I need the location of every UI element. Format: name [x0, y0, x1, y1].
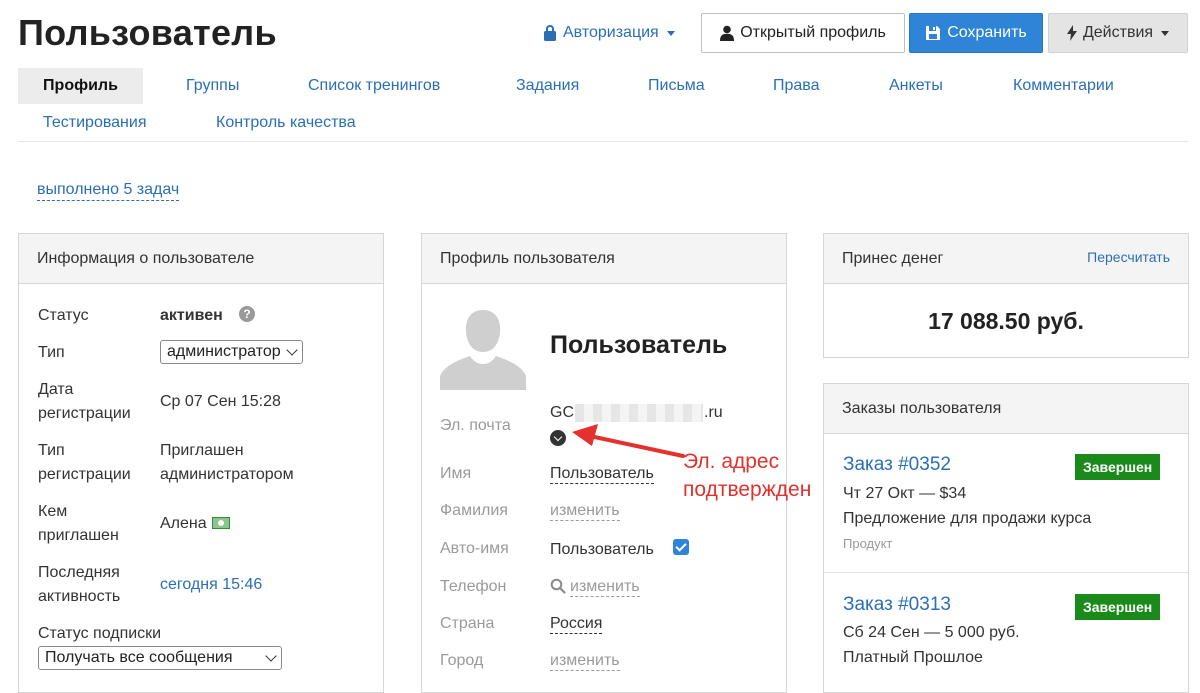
city-label: Город	[440, 652, 484, 669]
user-info-panel-title: Информация о пользователе	[19, 234, 383, 284]
order-product-type: Продукт	[843, 536, 893, 551]
open-profile-button[interactable]: Открытый профиль	[701, 13, 905, 53]
type-label: Тип	[38, 344, 65, 361]
order-date-amount: Сб 24 Сен — 5 000 руб.	[843, 624, 1020, 641]
user-orders-panel: Заказы пользователя Заказ #0352 Завершен…	[823, 383, 1189, 693]
email-verified-annotation: Эл. адрес подтвержден	[683, 448, 811, 504]
city-edit-link[interactable]: изменить	[550, 652, 620, 671]
annotation-line1: Эл. адрес	[683, 450, 780, 473]
invited-by-label-line1: Кем	[38, 503, 68, 520]
phone-edit-link[interactable]: изменить	[570, 578, 640, 597]
lightning-bolt-icon	[1066, 25, 1077, 41]
country-value[interactable]: Россия	[550, 615, 603, 634]
order-date-amount: Чт 27 Окт — $34	[843, 485, 967, 502]
annotation-arrow	[572, 424, 685, 458]
tab-testing[interactable]: Тестирования	[43, 114, 147, 132]
tab-surveys[interactable]: Анкеты	[889, 77, 943, 95]
last-active-value[interactable]: сегодня 15:46	[160, 573, 262, 597]
lock-icon	[544, 25, 556, 41]
search-icon	[550, 578, 566, 594]
save-label: Сохранить	[947, 24, 1027, 41]
user-icon	[720, 25, 735, 41]
chevron-down-icon	[265, 650, 277, 662]
subscription-value: Получать все сообщения	[45, 649, 233, 666]
auto-name-label: Авто-имя	[440, 540, 509, 557]
email-label: Эл. почта	[440, 417, 511, 434]
order-divider	[824, 572, 1188, 573]
auto-name-value: Пользователь	[550, 541, 654, 558]
user-type-value: администратор	[167, 343, 281, 360]
order-product-name: Предложение для продажи курса	[843, 510, 1092, 527]
reg-type-label-line2: регистрации	[38, 466, 131, 483]
tab-letters[interactable]: Письма	[648, 77, 705, 95]
tab-quality-control[interactable]: Контроль качества	[216, 114, 356, 132]
country-label: Страна	[440, 615, 495, 632]
tab-rights[interactable]: Права	[773, 77, 820, 95]
subscription-label: Статус подписки	[38, 625, 162, 642]
revenue-panel: Принес денег Пересчитать 17 088.50 руб.	[823, 233, 1189, 358]
last-name-label: Фамилия	[440, 502, 508, 519]
user-type-select[interactable]: администратор	[160, 340, 303, 364]
order-product-name: Платный Прошлое	[843, 649, 983, 666]
reg-date-value: Ср 07 Сен 15:28	[160, 393, 281, 410]
status-label: Статус	[38, 307, 89, 324]
recalculate-link[interactable]: Пересчитать	[1087, 249, 1170, 265]
help-question-icon[interactable]: ?	[239, 306, 255, 322]
reg-type-value-line2: администратором	[160, 466, 294, 483]
actions-label: Действия	[1082, 24, 1154, 41]
floppy-disk-icon	[926, 26, 941, 40]
tab-tasks[interactable]: Задания	[516, 77, 579, 95]
order-status-badge: Завершен	[1075, 594, 1161, 620]
order-link[interactable]: Заказ #0313	[843, 594, 951, 616]
reg-type-value-line1: Приглашен	[160, 442, 244, 459]
order-link[interactable]: Заказ #0352	[843, 454, 951, 476]
actions-dropdown-button[interactable]: Действия	[1048, 13, 1188, 53]
last-name-edit-link[interactable]: изменить	[550, 502, 620, 521]
tab-profile[interactable]: Профиль	[18, 68, 143, 104]
last-active-label-line2: активность	[38, 588, 121, 605]
subscription-select[interactable]: Получать все сообщения	[38, 646, 282, 670]
user-info-panel: Информация о пользователе Статус активен…	[18, 233, 384, 693]
tab-trainings[interactable]: Список тренингов	[308, 77, 440, 95]
reg-date-label-line1: Дата	[38, 381, 74, 398]
tabs-divider	[18, 141, 1188, 142]
tab-groups[interactable]: Группы	[186, 77, 239, 95]
save-button[interactable]: Сохранить	[909, 13, 1043, 53]
avatar-placeholder[interactable]	[440, 304, 526, 390]
chevron-down-icon	[286, 344, 298, 356]
status-value: активен	[160, 307, 223, 324]
phone-label: Телефон	[440, 578, 507, 595]
profile-name-heading: Пользователь	[550, 331, 728, 359]
order-status-badge: Завершен	[1075, 454, 1161, 480]
caret-down-icon	[666, 30, 675, 36]
invited-by-value: Алена	[160, 515, 207, 532]
open-profile-label: Открытый профиль	[740, 24, 886, 41]
money-bill-icon	[212, 517, 230, 529]
user-profile-panel-title: Профиль пользователя	[422, 234, 786, 284]
email-suffix: .ru	[704, 404, 723, 421]
reg-date-label-line2: регистрации	[38, 405, 131, 422]
auto-name-checkbox[interactable]	[673, 539, 689, 555]
annotation-line2: подтвержден	[683, 478, 812, 501]
reg-type-label-line1: Тип	[38, 442, 65, 459]
page-title: Пользователь	[18, 12, 277, 53]
revenue-amount: 17 088.50 руб.	[928, 308, 1084, 334]
last-active-label-line1: Последняя	[38, 564, 120, 581]
invited-by-label-line2: приглашен	[38, 527, 119, 544]
caret-down-icon	[1161, 30, 1170, 36]
first-name-label: Имя	[440, 465, 472, 482]
completed-tasks-link[interactable]: выполнено 5 задач	[37, 181, 180, 201]
auth-label: Авторизация	[563, 24, 659, 41]
tab-comments[interactable]: Комментарии	[1013, 77, 1114, 95]
auth-dropdown[interactable]: Авторизация	[543, 24, 675, 42]
user-orders-panel-title: Заказы пользователя	[824, 384, 1188, 434]
